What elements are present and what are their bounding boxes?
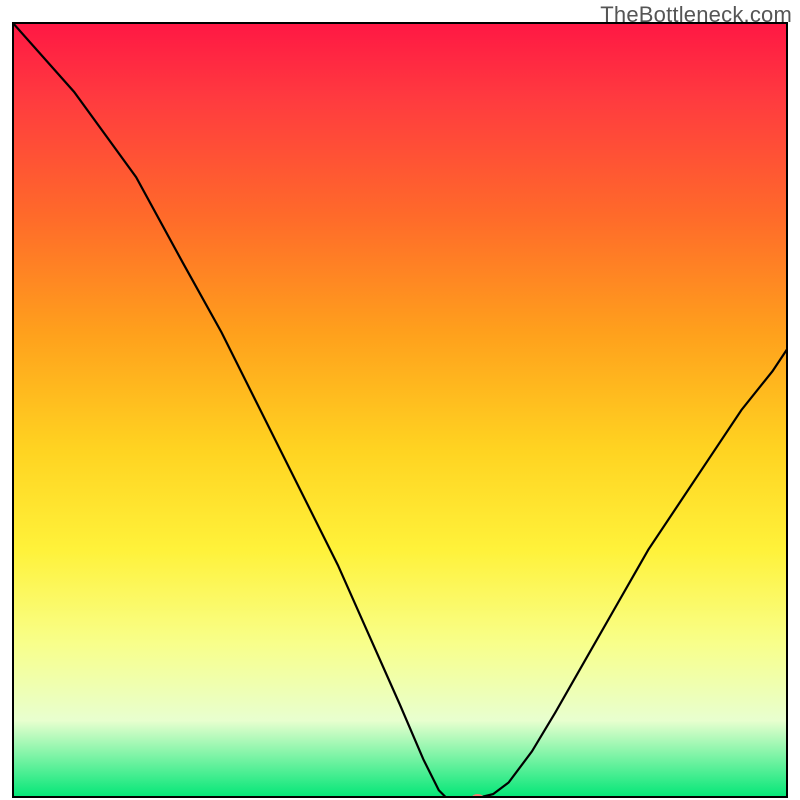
watermark-text: TheBottleneck.com <box>600 2 792 28</box>
chart-container: TheBottleneck.com <box>0 0 800 800</box>
chart-background <box>12 22 788 798</box>
bottleneck-chart <box>12 22 788 798</box>
